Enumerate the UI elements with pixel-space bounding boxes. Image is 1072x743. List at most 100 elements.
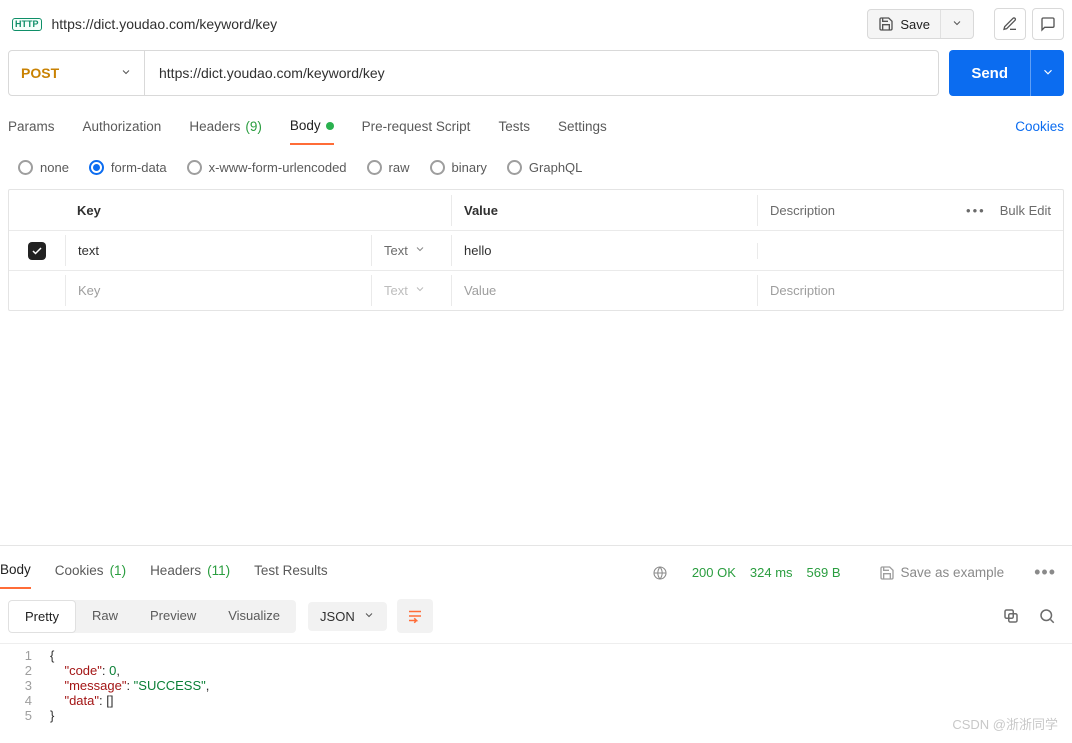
radio-label: x-www-form-urlencoded (209, 160, 347, 175)
tab-label: Body (0, 562, 31, 577)
radio-binary[interactable]: binary (430, 160, 487, 175)
more-options-button[interactable]: ••• (966, 203, 986, 218)
table-row: text Text hello (9, 230, 1063, 270)
language-select-value: JSON (320, 609, 355, 624)
response-body-code[interactable]: 1{2 "code": 0,3 "message": "SUCCESS",4 "… (0, 643, 1072, 743)
col-description-label: Description (770, 203, 952, 218)
save-options-button[interactable] (941, 10, 973, 38)
resp-tab-body[interactable]: Body (0, 556, 31, 589)
comment-icon (1040, 16, 1056, 32)
save-button[interactable]: Save (868, 10, 940, 38)
tab-label: Tests (498, 119, 530, 134)
wrap-lines-button[interactable] (397, 599, 433, 633)
response-size: 569 B (807, 565, 841, 580)
tab-prerequest[interactable]: Pre-request Script (362, 113, 471, 144)
radio-icon (89, 160, 104, 175)
tab-count: (9) (245, 119, 262, 134)
pencil-icon (1002, 16, 1018, 32)
radio-icon (507, 160, 522, 175)
row-checkbox[interactable] (28, 242, 46, 260)
type-select[interactable]: Text (371, 235, 451, 266)
view-mode-segment: Pretty Raw Preview Visualize (8, 600, 296, 633)
form-data-table: Key Value Description ••• Bulk Edit text… (8, 189, 1064, 311)
radio-icon (18, 160, 33, 175)
tab-headers[interactable]: Headers (9) (189, 113, 262, 144)
cookies-link[interactable]: Cookies (1015, 113, 1064, 144)
view-visualize[interactable]: Visualize (212, 600, 296, 633)
tab-tests[interactable]: Tests (498, 113, 530, 144)
chevron-down-icon (363, 609, 375, 624)
save-as-example-button[interactable]: Save as example (879, 565, 1005, 581)
type-select-value: Text (384, 243, 408, 258)
response-status: 200 OK 324 ms 569 B (692, 565, 841, 580)
save-button-label: Save (900, 17, 930, 32)
tab-label: Body (290, 118, 321, 133)
type-select[interactable]: Text (371, 275, 451, 306)
chevron-down-icon (951, 17, 963, 32)
radio-none[interactable]: none (18, 160, 69, 175)
tab-label: Settings (558, 119, 607, 134)
radio-icon (430, 160, 445, 175)
radio-label: none (40, 160, 69, 175)
tab-label: Headers (189, 119, 240, 134)
value-cell[interactable]: Value (451, 275, 757, 306)
tab-params[interactable]: Params (8, 113, 55, 144)
url-input[interactable]: https://dict.youdao.com/keyword/key (145, 50, 939, 96)
radio-graphql[interactable]: GraphQL (507, 160, 582, 175)
resp-tab-testresults[interactable]: Test Results (254, 557, 328, 588)
col-description: Description ••• Bulk Edit (757, 195, 1063, 226)
tab-label: Pre-request Script (362, 119, 471, 134)
table-header-row: Key Value Description ••• Bulk Edit (9, 190, 1063, 230)
radio-raw[interactable]: raw (367, 160, 410, 175)
tab-count: (11) (207, 563, 230, 578)
col-value: Value (451, 195, 757, 226)
view-preview[interactable]: Preview (134, 600, 212, 633)
chevron-down-icon (1041, 65, 1055, 82)
resp-tab-headers[interactable]: Headers (11) (150, 557, 230, 588)
tab-settings[interactable]: Settings (558, 113, 607, 144)
description-cell[interactable]: Description (757, 275, 1063, 306)
chevron-down-icon (414, 283, 426, 298)
save-as-example-label: Save as example (901, 565, 1005, 580)
watermark: CSDN @浙浙同学 (952, 714, 1058, 733)
save-button-group: Save (867, 9, 974, 39)
edit-button[interactable] (994, 8, 1026, 40)
language-select[interactable]: JSON (308, 602, 387, 631)
radio-label: GraphQL (529, 160, 582, 175)
key-cell[interactable]: Key (65, 275, 371, 306)
response-more-button[interactable]: ••• (1028, 562, 1062, 583)
view-raw[interactable]: Raw (76, 600, 134, 633)
search-button[interactable] (1030, 599, 1064, 633)
url-input-value: https://dict.youdao.com/keyword/key (159, 65, 385, 81)
tab-count: (1) (110, 563, 127, 578)
value-cell[interactable]: hello (451, 235, 757, 266)
view-pretty[interactable]: Pretty (8, 600, 76, 633)
method-select[interactable]: POST (8, 50, 145, 96)
tab-label: Authorization (83, 119, 162, 134)
key-cell[interactable]: text (65, 235, 371, 266)
bulk-edit-button[interactable]: Bulk Edit (1000, 203, 1051, 218)
radio-label: raw (389, 160, 410, 175)
tab-title: https://dict.youdao.com/keyword/key (52, 16, 858, 32)
radio-form-data[interactable]: form-data (89, 160, 167, 175)
save-icon (878, 16, 894, 32)
changed-indicator-icon (326, 122, 334, 130)
radio-label: form-data (111, 160, 167, 175)
resp-tab-cookies[interactable]: Cookies (1) (55, 557, 126, 588)
send-button[interactable]: Send (949, 50, 1030, 96)
tab-authorization[interactable]: Authorization (83, 113, 162, 144)
globe-icon (652, 565, 668, 581)
chevron-down-icon (120, 65, 132, 81)
tab-label: Headers (150, 563, 201, 578)
send-options-button[interactable] (1030, 50, 1064, 96)
tab-label: Cookies (55, 563, 104, 578)
copy-button[interactable] (994, 599, 1028, 633)
tab-body[interactable]: Body (290, 112, 334, 145)
radio-urlencoded[interactable]: x-www-form-urlencoded (187, 160, 347, 175)
method-badge: HTTP (12, 18, 42, 31)
comments-button[interactable] (1032, 8, 1064, 40)
description-cell[interactable] (757, 243, 1063, 259)
radio-icon (367, 160, 382, 175)
chevron-down-icon (414, 243, 426, 258)
response-time: 324 ms (750, 565, 793, 580)
